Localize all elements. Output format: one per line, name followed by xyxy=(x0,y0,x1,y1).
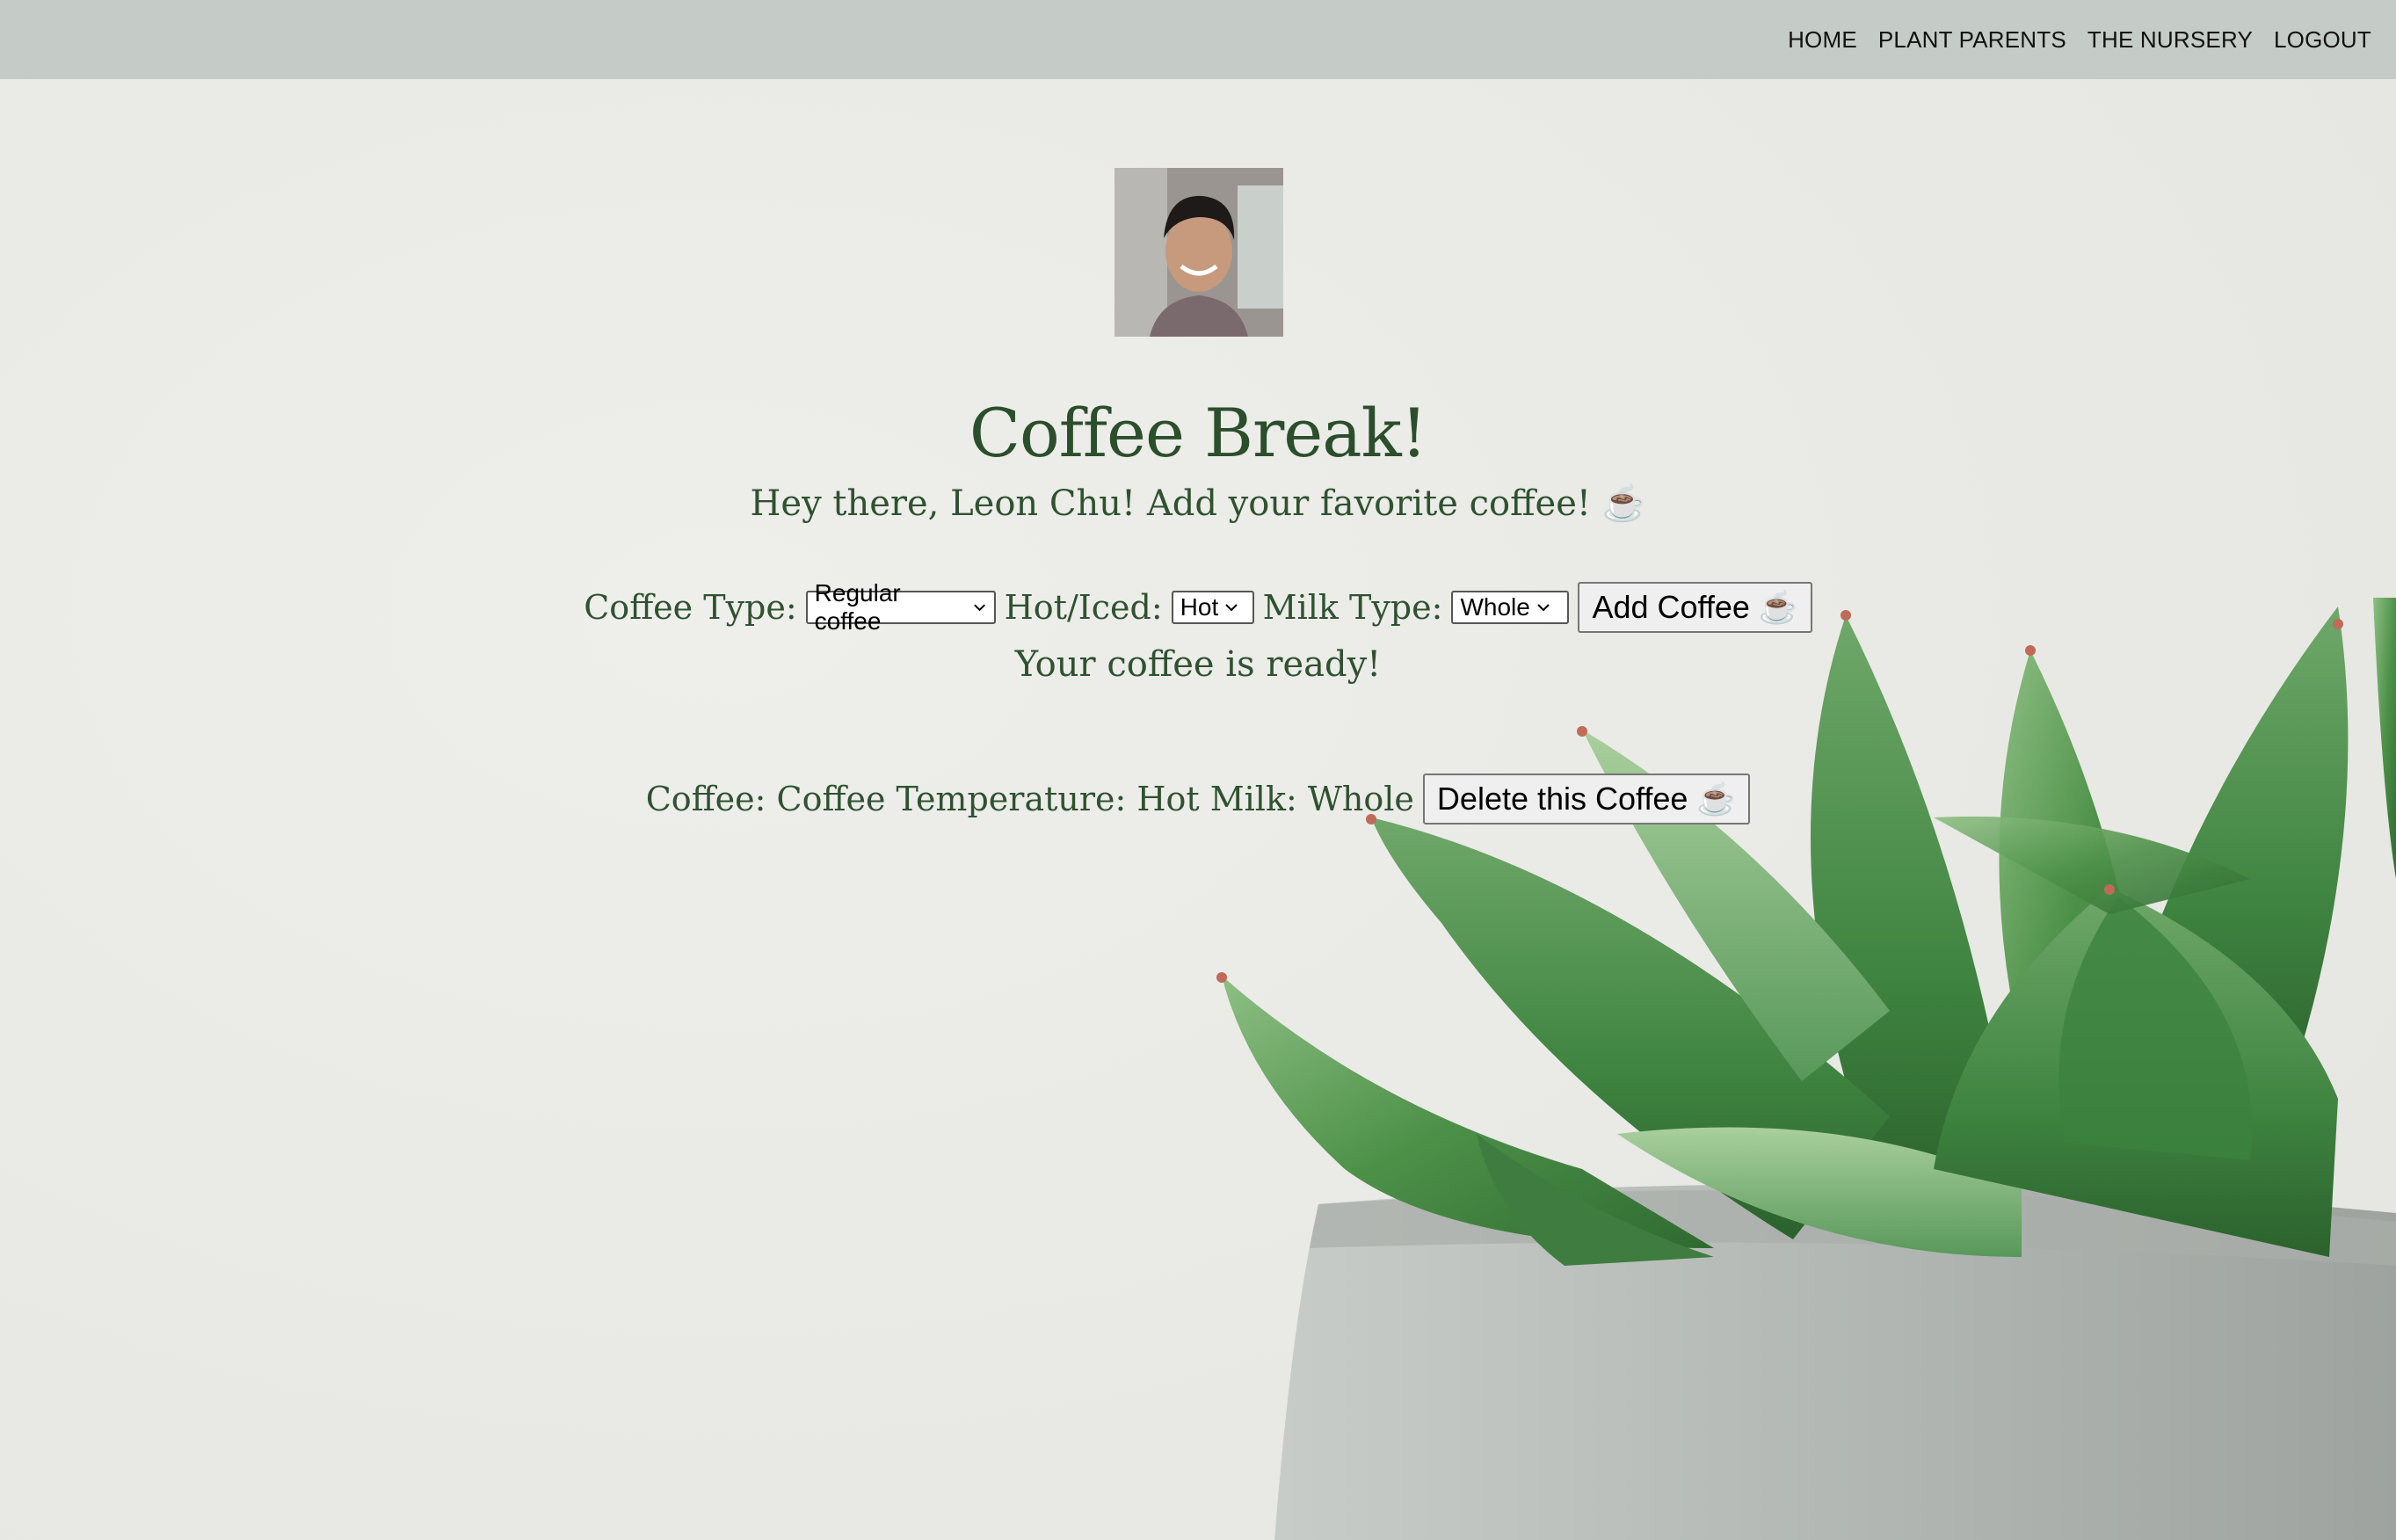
greeting-subtitle: Hey there, Leon Chu! Add your favorite c… xyxy=(750,483,1646,524)
add-coffee-form: Coffee Type: Regular coffee Hot/Iced: Ho… xyxy=(0,579,2396,635)
coffee-type-value: Regular coffee xyxy=(814,579,901,635)
milk-type-value: Whole xyxy=(1460,593,1530,621)
coffee-type-label: Coffee Type: xyxy=(584,588,797,627)
hot-iced-select[interactable]: Hot xyxy=(1171,591,1254,624)
coffee-entry: Coffee: Coffee Temperature: Hot Milk: Wh… xyxy=(0,774,2396,824)
top-navbar: HOME PLANT PARENTS THE NURSERY LOGOUT xyxy=(0,0,2396,79)
milk-type-select[interactable]: Whole xyxy=(1451,591,1570,624)
avatar-photo xyxy=(1115,168,1283,337)
nav-logout-link[interactable]: LOGOUT xyxy=(2274,26,2371,54)
coffee-entry-details: Coffee: Coffee Temperature: Hot Milk: Wh… xyxy=(645,780,1414,818)
chevron-down-icon xyxy=(1225,604,1238,612)
chevron-down-icon xyxy=(1537,604,1550,612)
nav-the-nursery-link[interactable]: THE NURSERY xyxy=(2087,26,2253,54)
nav-links: HOME PLANT PARENTS THE NURSERY LOGOUT xyxy=(1788,0,2371,79)
hot-iced-label: Hot/Iced: xyxy=(1004,588,1163,627)
nav-home-link[interactable]: HOME xyxy=(1788,26,1857,54)
avatar xyxy=(1115,168,1283,337)
coffee-ready-message: Your coffee is ready! xyxy=(1014,644,1382,685)
milk-type-label: Milk Type: xyxy=(1262,588,1443,627)
nav-plant-parents-link[interactable]: PLANT PARENTS xyxy=(1878,26,2066,54)
add-coffee-button[interactable]: Add Coffee ☕ xyxy=(1578,582,1812,633)
coffee-type-select[interactable]: Regular coffee xyxy=(805,579,996,635)
delete-coffee-button[interactable]: Delete this Coffee ☕ xyxy=(1422,774,1751,824)
page-title: Coffee Break! xyxy=(969,394,1427,472)
hot-iced-value: Hot xyxy=(1180,593,1219,621)
chevron-down-icon xyxy=(973,604,985,612)
